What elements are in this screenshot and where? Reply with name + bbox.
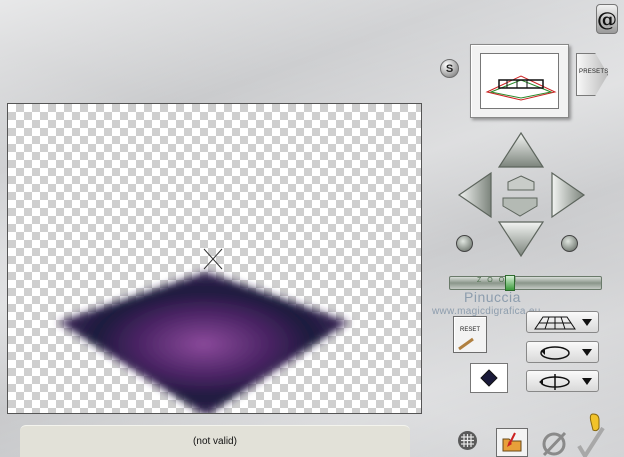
snapshot-button[interactable]: S xyxy=(440,59,459,78)
cancel-icon[interactable] xyxy=(540,428,570,457)
chevron-down-icon xyxy=(582,349,592,356)
chevron-down-icon xyxy=(582,378,592,385)
checkmark-icon xyxy=(577,426,605,457)
move-up-icon[interactable] xyxy=(506,175,536,192)
status-text: (not valid) xyxy=(193,436,237,447)
preview-canvas[interactable] xyxy=(7,103,422,414)
about-icon[interactable]: @ xyxy=(596,4,618,34)
perspective-shape xyxy=(58,272,349,413)
folder-icon xyxy=(502,432,522,452)
rotate-dropdown[interactable] xyxy=(526,341,599,363)
flip-dropdown[interactable] xyxy=(526,370,599,392)
status-bar: (not valid) xyxy=(20,425,410,457)
reset-button[interactable]: RESET xyxy=(453,316,487,353)
arrow-down-icon[interactable] xyxy=(497,220,545,258)
about-label: @ xyxy=(597,7,617,31)
rotate-left-icon[interactable] xyxy=(456,235,473,252)
grid-icon[interactable] xyxy=(457,430,478,451)
zoom-slider[interactable] xyxy=(449,276,602,290)
watermark-name: Pinuccia xyxy=(464,289,521,305)
arrow-right-icon[interactable] xyxy=(550,171,586,219)
s-label: S xyxy=(445,62,454,75)
preset-preview-image xyxy=(480,53,559,109)
rotate-loop-icon xyxy=(540,346,570,360)
reset-icon xyxy=(458,337,474,351)
mode-swatch[interactable] xyxy=(470,363,508,393)
arrow-left-icon[interactable] xyxy=(457,171,493,219)
zoom-label: ZOOM xyxy=(477,277,522,284)
hand-pointer-icon xyxy=(589,413,600,432)
arrow-up-icon[interactable] xyxy=(497,131,545,169)
flip-icon xyxy=(539,374,570,390)
rotate-right-icon[interactable] xyxy=(561,235,578,252)
presets-label: PRESETS xyxy=(579,69,609,75)
chevron-down-icon xyxy=(582,319,592,326)
perspective-grid-icon xyxy=(534,316,576,330)
move-down-icon[interactable] xyxy=(501,196,539,218)
folder-button[interactable] xyxy=(496,428,528,457)
diamond-swatch-icon xyxy=(480,369,498,387)
perspective-dropdown[interactable] xyxy=(526,311,599,333)
reset-label: RESET xyxy=(459,327,480,333)
center-cross xyxy=(203,248,223,270)
preset-thumbnail[interactable] xyxy=(470,44,569,118)
ok-button[interactable] xyxy=(575,412,624,457)
